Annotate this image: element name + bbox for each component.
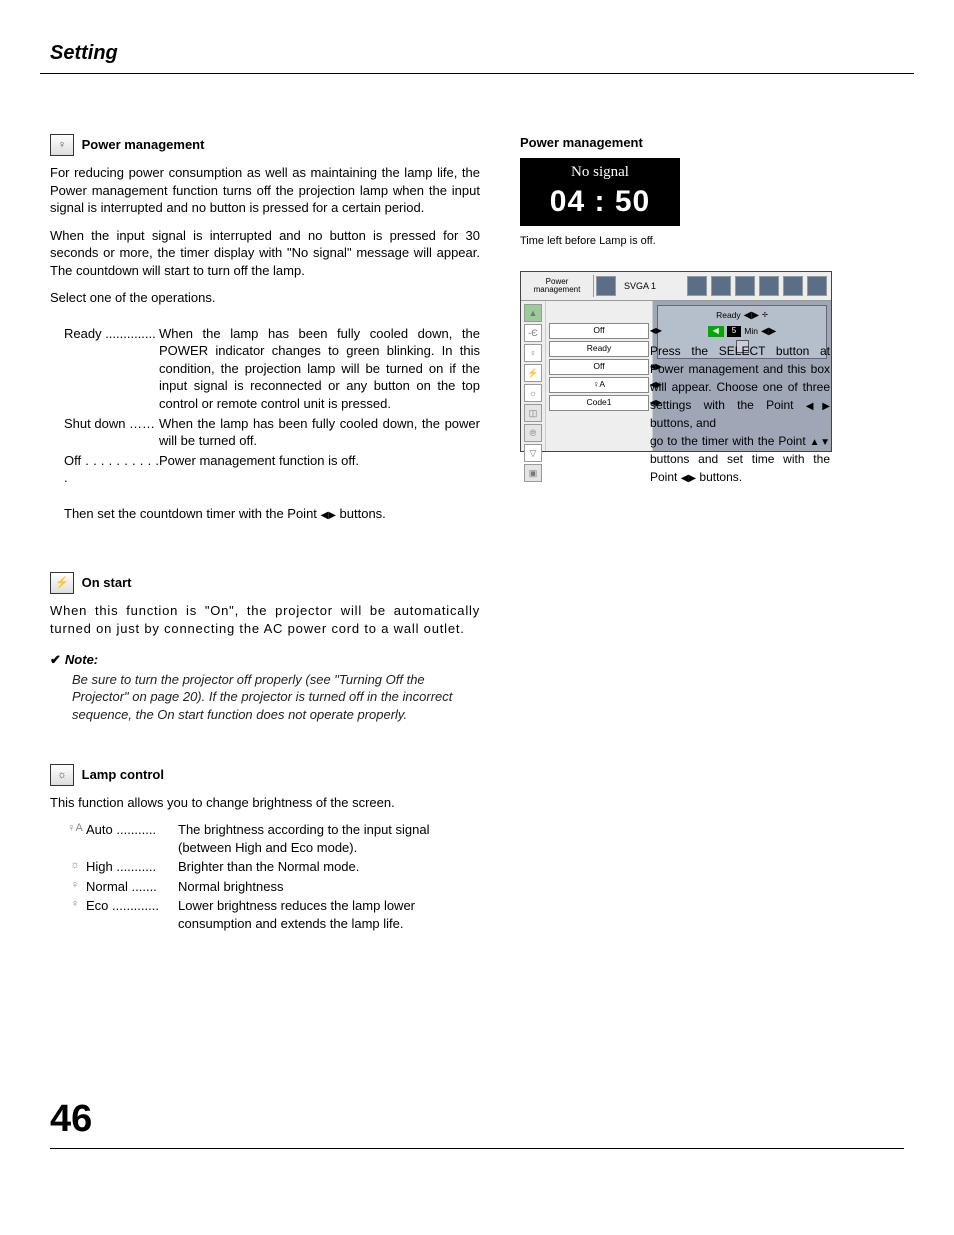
ready-label: Ready .............. [64,325,159,413]
no-signal-display: No signal 04 : 50 [520,158,680,227]
lr-arrows-icon: ◀▶ [744,309,759,323]
lampcontrol-icon: ☼ [50,764,74,786]
high-label: High ........... [86,858,178,876]
normal-desc: Normal brightness [178,878,480,896]
ready-desc: When the lamp has been fully cooled down… [159,325,480,413]
onstart-heading: On start [82,572,132,592]
time-caption: Time left before Lamp is off. [520,234,904,249]
eco-label: Eco ............. [86,897,178,932]
left-column: ♀ Power management For reducing power co… [50,134,480,934]
osd-tab-icon[interactable] [711,276,731,296]
lr-arrows-icon: ◀▶ [806,401,830,412]
auto-label: Auto ........... [86,821,178,856]
osd-svga-label: SVGA 1 [618,280,662,292]
scroll-down-icon[interactable]: ▽ [524,444,542,462]
note-heading: Note: [50,651,480,669]
osd-header-icon [596,276,616,296]
osd-item-ready[interactable]: Ready [549,341,649,357]
lr-arrows-icon: ◀▶ [761,325,776,339]
pm-p2: When the input signal is interrupted and… [50,227,480,280]
divider-top [40,73,914,74]
lr-arrows-icon: ◀▶ [681,473,696,484]
lr-arrows-icon: ◀▶ [650,362,662,373]
lr-arrows-icon: ◀▶ [321,510,336,521]
lr-arrows-icon: ◀▶ [650,326,662,337]
lamp-heading: Lamp control [82,764,164,784]
osd-side-item[interactable]: ◫ [524,404,542,422]
off-desc: Power management function is off. [159,452,480,487]
osd-side-item[interactable]: ♀ [524,344,542,362]
page-title: Setting [50,40,904,67]
osd-tab-icon[interactable] [783,276,803,296]
normal-mode-icon: ♀ [64,878,86,896]
osd-item-code[interactable]: Code1◀▶ [549,395,649,411]
normal-label: Normal ....... [86,878,178,896]
min-value: 5 [727,326,741,337]
right-column: Power management No signal 04 : 50 Time … [520,134,904,934]
right-heading: Power management [520,134,904,152]
page-number: 46 [50,1098,92,1140]
no-signal-label: No signal [520,162,680,182]
osd-tab-icon[interactable] [687,276,707,296]
lr-arrows-icon: ◀▶ [650,380,662,391]
scroll-up-icon[interactable]: ▲ [524,304,542,322]
osd-item-off[interactable]: Off◀▶ [549,323,649,339]
ud-arrows-icon: ▲▼ [810,437,830,448]
osd-side-item[interactable]: ⚡ [524,364,542,382]
osd-side-item[interactable]: -Є [524,324,542,342]
osd-tab-icon[interactable] [807,276,827,296]
pm-p1: For reducing power consumption as well a… [50,164,480,217]
osd-item-off2[interactable]: Off◀▶ [549,359,649,375]
min-label: Min [744,326,758,337]
high-mode-icon: ☼ [64,858,86,876]
bulb-icon: ♀ [50,134,74,156]
onstart-p1: When this function is "On", the projecto… [50,602,480,637]
eco-mode-icon: ♀ [64,897,86,932]
high-desc: Brighter than the Normal mode. [178,858,480,876]
lamp-p1: This function allows you to change brigh… [50,794,480,812]
plug-icon: ⚡ [50,572,74,594]
osd-item-lamp[interactable]: ♀A◀▶ [549,377,649,393]
auto-mode-icon: ♀A [64,821,86,856]
shutdown-label: Shut down …… [64,415,159,450]
osd-tab-icon[interactable] [759,276,779,296]
off-label: Off . . . . . . . . . . . [64,452,159,487]
note-body: Be sure to turn the projector off proper… [72,671,480,724]
osd-side-item[interactable]: ℗ [524,424,542,442]
back-icon[interactable]: ◀ [708,326,724,337]
osd-tab-icon[interactable] [735,276,755,296]
pm-p4: Then set the countdown timer with the Po… [64,505,480,523]
osd-side-item[interactable]: ▣ [524,464,542,482]
auto-desc: The brightness according to the input si… [178,821,480,856]
lr-arrows-icon: ◀▶ [650,398,662,409]
osd-header-label: Power management [521,275,594,297]
osd-popup-ready: Ready [716,310,741,321]
pm-heading: Power management [82,134,205,154]
countdown-time: 04 : 50 [520,182,680,223]
osd-side-item[interactable]: ☼ [524,384,542,402]
pm-p3: Select one of the operations. [50,289,480,307]
eco-desc: Lower brightness reduces the lamp lower … [178,897,480,932]
shutdown-desc: When the lamp has been fully cooled down… [159,415,480,450]
